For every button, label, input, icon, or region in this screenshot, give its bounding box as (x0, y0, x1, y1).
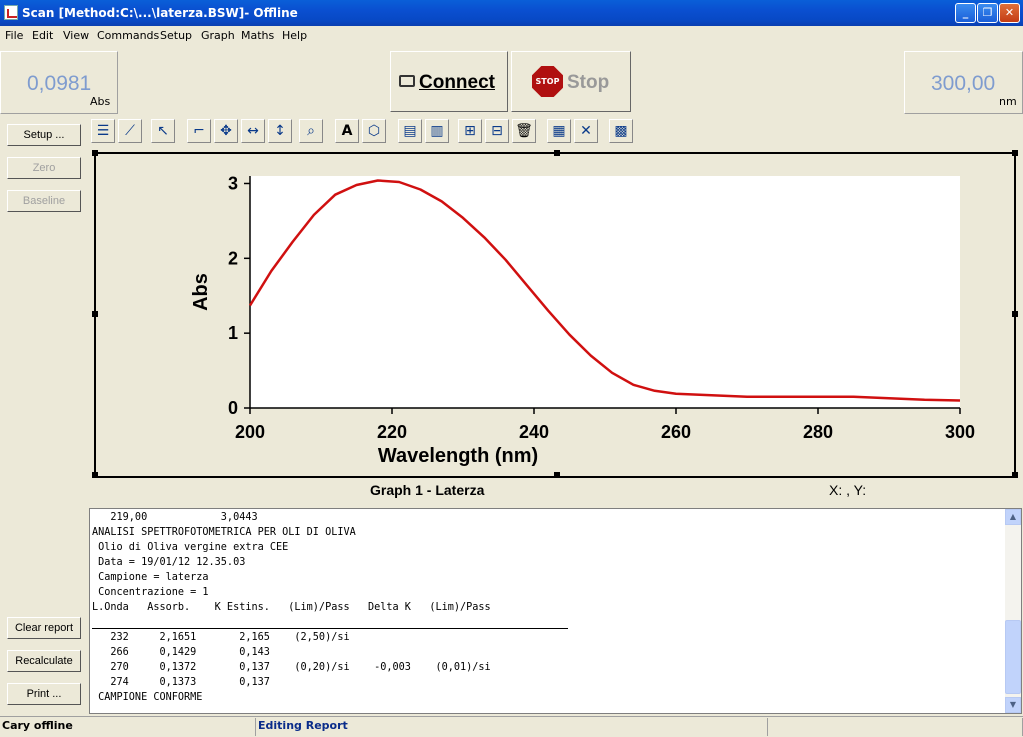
abs-value: 0,0981 (27, 72, 92, 95)
y-tick-label: 1 (228, 323, 238, 343)
y-tick-label: 2 (228, 248, 238, 268)
calculator-icon[interactable]: ▩ (609, 119, 633, 143)
baseline-button[interactable]: Baseline (7, 190, 81, 212)
status-extra (768, 718, 1023, 736)
wavelength-unit: nm (999, 95, 1017, 108)
report-line: Olio di Oliva vergine extra CEE (92, 542, 289, 553)
menu-bar: File Edit View Commands Setup Graph Math… (0, 26, 1023, 45)
menu-setup[interactable]: Setup (160, 29, 192, 42)
plot-area (250, 176, 960, 408)
wavelength-readout: 300,00 nm (904, 51, 1023, 114)
report-line: Campione = laterza (92, 572, 209, 583)
status-bar: Cary offline Editing Report (0, 716, 1023, 737)
stop-label: Stop (567, 72, 610, 93)
report-line: 232 2,1651 2,165 (2,50)/si (92, 632, 350, 643)
connect-button[interactable]: Connect (390, 51, 508, 112)
stop-icon: STOP (532, 66, 563, 97)
x-axis-label: Wavelength (nm) (378, 445, 538, 467)
connect-icon (399, 75, 415, 87)
minimize-button[interactable]: _ (955, 3, 976, 23)
autoscale-icon[interactable]: ⊞ (458, 119, 482, 143)
x-tick-label: 260 (661, 422, 691, 442)
setup-button[interactable]: Setup ... (7, 124, 81, 146)
legend-icon[interactable]: ☰ (91, 119, 115, 143)
x-tick-label: 200 (235, 422, 265, 442)
y-axis-label: Abs (190, 273, 212, 311)
wavelength-value: 300,00 (931, 72, 996, 95)
graph-toolbar: ☰ ⟋ ↖ ⌐ ✥ ↔ ↕ ⌕ A ⬡ ▤ ▥ ⊞ ⊟ 🗑 ▦ ✕ ▩ (91, 119, 731, 145)
report-line: 266 0,1429 0,143 (92, 647, 270, 658)
report-line: ANALISI SPETTROFOTOMETRICA PER OLI DI OL… (92, 527, 356, 538)
zoom-icon[interactable]: ⌕ (299, 119, 323, 143)
zero-button[interactable]: Zero (7, 157, 81, 179)
x-tick-label: 280 (803, 422, 833, 442)
graph-caption: Graph 1 - Laterza (370, 482, 485, 498)
menu-file[interactable]: File (5, 29, 23, 42)
report-text: 219,00 3,0443 ANALISI SPETTROFOTOMETRICA … (92, 510, 491, 705)
graph-panel[interactable]: 200 220 240 260 280 300 0 1 2 3 Wavelength (nm) Abs (92, 150, 1018, 478)
y-tick-label: 3 (228, 173, 238, 193)
trace-prefs-icon[interactable]: ▦ (547, 119, 571, 143)
graph-properties-icon[interactable]: ⟋ (118, 119, 142, 143)
spectrum-chart: 200 220 240 260 280 300 0 1 2 3 Wavelength (nm) Abs (190, 173, 975, 467)
y-tick-label: 0 (228, 398, 238, 418)
status-connection: Cary offline (0, 718, 256, 736)
x-tick-label: 220 (377, 422, 407, 442)
abs-readout: 0,0981 Abs (0, 51, 118, 114)
status-mode: Editing Report (256, 718, 768, 736)
x-tick-label: 300 (945, 422, 975, 442)
menu-graph[interactable]: Graph (201, 29, 235, 42)
overlay2-icon[interactable]: ▥ (425, 119, 449, 143)
scroll-down-icon[interactable]: ▼ (1005, 697, 1021, 713)
stop-button[interactable]: STOP Stop (511, 51, 631, 112)
recalculate-button[interactable]: Recalculate (7, 650, 81, 672)
report-line: 270 0,1372 0,137 (0,20)/si -0,003 (0,01)… (92, 662, 491, 673)
report-scrollbar[interactable]: ▲ ▼ (1005, 509, 1021, 713)
label-icon[interactable]: ⬡ (362, 119, 386, 143)
report-line: Concentrazione = 1 (92, 587, 209, 598)
app-icon (4, 5, 18, 20)
autoscale-y-icon[interactable]: ⊟ (485, 119, 509, 143)
report-line: Data = 19/01/12 12.35.03 (92, 557, 246, 568)
menu-view[interactable]: View (63, 29, 89, 42)
scroll-thumb[interactable] (1005, 620, 1021, 694)
maximize-button[interactable]: ❐ (977, 3, 998, 23)
report-divider (92, 628, 568, 629)
menu-help[interactable]: Help (282, 29, 307, 42)
menu-edit[interactable]: Edit (32, 29, 53, 42)
vertical-scale-icon[interactable]: ↕ (268, 119, 292, 143)
window-title: Scan [Method:C:\...\laterza.BSW]- Offlin… (22, 6, 298, 20)
x-tick-label: 240 (519, 422, 549, 442)
menu-maths[interactable]: Maths (241, 29, 274, 42)
close-button[interactable]: ✕ (999, 3, 1020, 23)
report-line: L.Onda Assorb. K Estins. (Lim)/Pass Delt… (92, 602, 491, 613)
move-icon[interactable]: ✥ (214, 119, 238, 143)
report-line: CAMPIONE CONFORME (92, 692, 203, 703)
report-line: 274 0,1373 0,137 (92, 677, 270, 688)
pointer-icon[interactable]: ↖ (151, 119, 175, 143)
horizontal-scale-icon[interactable]: ↔ (241, 119, 265, 143)
trace-select-icon[interactable]: ✕ (574, 119, 598, 143)
delete-icon[interactable]: 🗑 (512, 119, 536, 143)
menu-commands[interactable]: Commands (97, 29, 159, 42)
scroll-up-icon[interactable]: ▲ (1005, 509, 1021, 525)
report-panel[interactable]: 219,00 3,0443 ANALISI SPETTROFOTOMETRICA … (89, 508, 1022, 714)
print-button[interactable]: Print ... (7, 683, 81, 705)
text-icon[interactable]: A (335, 119, 359, 143)
clear-report-button[interactable]: Clear report (7, 617, 81, 639)
overlay-icon[interactable]: ▤ (398, 119, 422, 143)
connect-label: Connect (419, 72, 495, 93)
xy-readout: X: , Y: (829, 482, 867, 498)
cursor-icon[interactable]: ⌐ (187, 119, 211, 143)
abs-unit: Abs (90, 95, 111, 108)
report-line: 219,00 3,0443 (92, 512, 258, 523)
title-bar: Scan [Method:C:\...\laterza.BSW]- Offlin… (0, 0, 1023, 26)
